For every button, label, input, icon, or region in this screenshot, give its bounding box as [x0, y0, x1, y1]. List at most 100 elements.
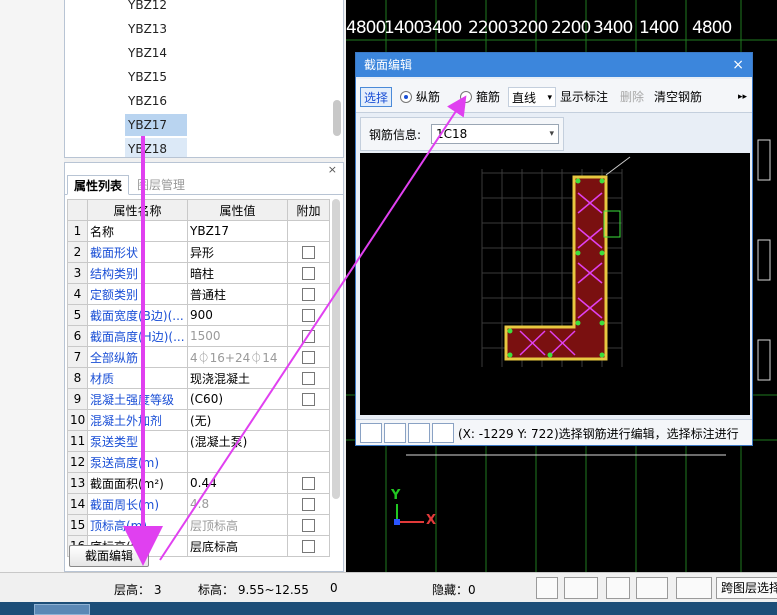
- select-button[interactable]: 选择: [360, 87, 393, 107]
- clear-rebar-button[interactable]: 清空钢筋: [654, 87, 702, 107]
- property-value[interactable]: 4⏀16+24⏀14: [187, 346, 288, 368]
- more-icon[interactable]: ▸▸: [738, 87, 747, 107]
- section-canvas[interactable]: [360, 153, 750, 415]
- property-name: 混凝土强度等级: [87, 388, 188, 410]
- property-row[interactable]: 9 混凝土强度等级 (C60): [67, 388, 330, 410]
- floor-height: 层高： 3: [114, 583, 162, 597]
- attach-checkbox[interactable]: [302, 246, 315, 259]
- stirrup-radio[interactable]: 箍筋: [460, 87, 500, 107]
- dimension-mode-icon[interactable]: [676, 577, 712, 599]
- attach-checkbox[interactable]: [302, 519, 315, 532]
- property-row[interactable]: 14 截面周长(m) 4.8: [67, 493, 330, 515]
- snap-mode-icon[interactable]: [564, 577, 598, 599]
- property-row[interactable]: 6 截面高度(H边)(... 1500: [67, 325, 330, 347]
- line-type-select[interactable]: 直线 ▾: [508, 87, 556, 107]
- attach-cell: [287, 451, 330, 473]
- rebar-info-select[interactable]: 1C18 ▾: [431, 124, 559, 144]
- tree-item[interactable]: YBZ14: [125, 42, 187, 64]
- property-table: 属性名称 属性值 附加 1 名称 YBZ17 2 截面形状 异形 3 结构类别 暗柱 4 定额类别普…: [67, 199, 330, 557]
- property-value[interactable]: YBZ17: [187, 220, 288, 242]
- property-rows: 1 名称 YBZ17 2 截面形状 异形 3 结构类别 暗柱 4 定额类别 普通柱 5 截面宽度(B边)(…: [67, 220, 330, 557]
- property-value[interactable]: (混凝土泵): [187, 430, 288, 452]
- property-name: 截面周长(m): [87, 493, 188, 515]
- tree-item[interactable]: YBZ18: [125, 138, 187, 157]
- property-value[interactable]: 层顶标高: [187, 514, 288, 536]
- show-label-button[interactable]: 显示标注: [560, 87, 608, 107]
- property-scrollbar[interactable]: [332, 199, 340, 499]
- tree-item[interactable]: YBZ12: [125, 0, 187, 16]
- longitudinal-label: 纵筋: [416, 90, 441, 104]
- tab-property-list[interactable]: 属性列表: [67, 175, 130, 195]
- attach-checkbox[interactable]: [302, 351, 315, 364]
- attach-checkbox[interactable]: [302, 330, 315, 343]
- stirrup-label: 箍筋: [476, 90, 501, 104]
- property-value[interactable]: 现浇混凝土: [187, 367, 288, 389]
- attach-checkbox[interactable]: [302, 288, 315, 301]
- attach-cell: [287, 388, 330, 410]
- property-value[interactable]: 层底标高: [187, 535, 288, 557]
- property-value[interactable]: (C60): [187, 388, 288, 410]
- property-value[interactable]: 1500: [187, 325, 288, 347]
- property-value[interactable]: [187, 451, 288, 473]
- property-value[interactable]: 0.44: [187, 472, 288, 494]
- property-row[interactable]: 1 名称 YBZ17: [67, 220, 330, 242]
- property-row[interactable]: 7 全部纵筋 4⏀16+24⏀14: [67, 346, 330, 368]
- property-row[interactable]: 12 泵送高度(m): [67, 451, 330, 473]
- property-row[interactable]: 8 材质 现浇混凝土: [67, 367, 330, 389]
- property-row[interactable]: 3 结构类别 暗柱: [67, 262, 330, 284]
- dim-label: 2200: [468, 18, 508, 38]
- chevron-down-icon: ▾: [549, 129, 554, 139]
- property-row[interactable]: 5 截面宽度(B边)(... 900: [67, 304, 330, 326]
- property-value[interactable]: 4.8: [187, 493, 288, 515]
- property-row[interactable]: 10 混凝土外加剂 (无): [67, 409, 330, 431]
- row-index: 13: [67, 472, 88, 494]
- tree-item-selected[interactable]: YBZ17: [125, 114, 187, 136]
- property-value[interactable]: 普通柱: [187, 283, 288, 305]
- tree-scrollbar[interactable]: [333, 100, 341, 136]
- attach-cell: [287, 283, 330, 305]
- longitudinal-radio[interactable]: 纵筋: [400, 87, 440, 107]
- attach-checkbox[interactable]: [302, 372, 315, 385]
- attach-checkbox[interactable]: [302, 267, 315, 280]
- tree-item[interactable]: YBZ15: [125, 66, 187, 88]
- line-snap-icon[interactable]: [384, 423, 406, 443]
- attach-cell: [287, 346, 330, 368]
- section-edit-button[interactable]: 截面编辑: [69, 545, 149, 567]
- property-name: 名称: [87, 220, 188, 242]
- attach-checkbox[interactable]: [302, 498, 315, 511]
- property-row[interactable]: 2 截面形状 异形: [67, 241, 330, 263]
- leader-line: [605, 156, 631, 176]
- property-name: 混凝土外加剂: [87, 409, 188, 431]
- cross-layer-select-button[interactable]: 跨图层选择: [716, 577, 777, 599]
- property-value[interactable]: (无): [187, 409, 288, 431]
- property-row[interactable]: 15 顶标高(m) 层顶标高: [67, 514, 330, 536]
- ortho-icon[interactable]: [536, 577, 558, 599]
- tree-item[interactable]: YBZ16: [125, 90, 187, 112]
- property-name: 截面面积(m²): [87, 472, 188, 494]
- cross-icon[interactable]: [606, 577, 630, 599]
- row-index: 15: [67, 514, 88, 536]
- property-row[interactable]: 11 泵送类型 (混凝土泵): [67, 430, 330, 452]
- angle-icon[interactable]: [636, 577, 668, 599]
- property-row[interactable]: 4 定额类别 普通柱: [67, 283, 330, 305]
- taskbar-app[interactable]: [34, 604, 90, 615]
- attach-checkbox[interactable]: [302, 477, 315, 490]
- property-name: 材质: [87, 367, 188, 389]
- property-name: 顶标高(m): [87, 514, 188, 536]
- delete-button[interactable]: 删除: [620, 87, 644, 107]
- property-value[interactable]: 暗柱: [187, 262, 288, 284]
- attach-checkbox[interactable]: [302, 540, 315, 553]
- perpendicular-snap-icon[interactable]: [408, 423, 430, 443]
- close-icon[interactable]: ×: [732, 53, 744, 77]
- property-value[interactable]: 异形: [187, 241, 288, 263]
- attach-checkbox[interactable]: [302, 393, 315, 406]
- tree-item[interactable]: YBZ13: [125, 18, 187, 40]
- chevron-down-icon: ▾: [547, 93, 552, 103]
- dialog-title: 截面编辑: [356, 53, 752, 77]
- property-row[interactable]: 13 截面面积(m²) 0.44: [67, 472, 330, 494]
- attach-checkbox[interactable]: [302, 309, 315, 322]
- ortho-snap-icon[interactable]: [360, 423, 382, 443]
- property-value[interactable]: 900: [187, 304, 288, 326]
- tab-layer-manager[interactable]: 图层管理: [131, 175, 191, 195]
- add-dimension-icon[interactable]: [432, 423, 454, 443]
